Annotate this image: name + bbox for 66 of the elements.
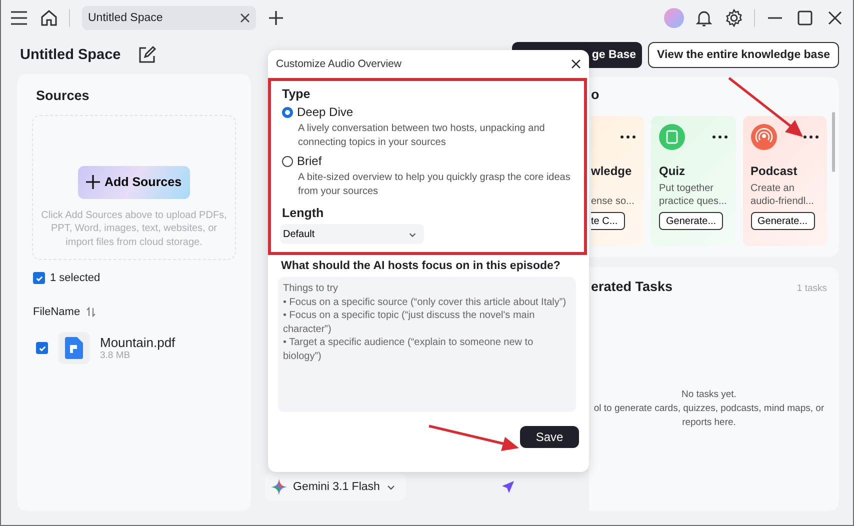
add-sources-button[interactable]: Add Sources (78, 166, 190, 198)
task-count: 1 tasks (796, 283, 827, 294)
tool-description: ense so... (591, 195, 636, 208)
generate-button[interactable]: te C... (591, 212, 625, 230)
more-icon[interactable] (620, 135, 636, 139)
checkbox[interactable] (33, 272, 45, 284)
radio-button[interactable] (282, 156, 293, 166)
option-description: A bite-sized overview to help you quickly grasp the core ideas from your sources (298, 171, 572, 198)
column-header: FileName (33, 306, 80, 318)
tool-description: Put together practice ques... (659, 182, 728, 208)
tool-card[interactable]: Quiz Put together practice ques... Generate... (651, 116, 736, 246)
section-label: What should the AI hosts focus on in this episode? (281, 260, 562, 272)
section-label: Length (282, 206, 325, 220)
close-icon[interactable] (240, 13, 250, 23)
panel-title: o (591, 87, 600, 102)
close-icon[interactable] (571, 59, 581, 69)
edit-icon[interactable] (136, 45, 157, 65)
tool-description: Create an audio-friendl... (750, 182, 815, 208)
maximize-icon[interactable] (795, 8, 815, 28)
checkbox[interactable] (36, 342, 48, 354)
empty-title: No tasks yet. (680, 388, 738, 402)
sparkle-icon (271, 479, 287, 495)
menu-icon[interactable] (9, 8, 29, 28)
plus-icon[interactable] (266, 8, 286, 28)
generate-button[interactable]: Generate... (659, 212, 724, 230)
space-title: Untitled Space (20, 47, 121, 63)
empty-hint: ol to generate cards, quizzes, podcasts, mind maps, or reports here. (592, 402, 826, 430)
scrollbar[interactable] (832, 112, 835, 172)
tool-title: Quiz (659, 164, 686, 178)
send-icon[interactable] (500, 480, 515, 494)
checkmark-icon (34, 274, 44, 282)
drop-zone[interactable]: Add Sources Click Add Sources above to upload PDFs, PPT, Word, images, text, websites, or import files from cloud storage. (32, 115, 236, 260)
tool-card[interactable]: Podcast Create an audio-friendl... Generate... (742, 116, 828, 246)
quiz-icon (659, 124, 686, 150)
selection-count: 1 selected (50, 272, 100, 284)
save-button[interactable]: Save (520, 426, 579, 448)
file-size: 3.8 MB (100, 350, 132, 361)
podcast-icon (750, 124, 777, 150)
tool-card[interactable]: wledge ense so... te C... (591, 116, 644, 246)
tool-title: wledge (591, 164, 633, 178)
panel-title: Sources (36, 88, 90, 103)
radio-option[interactable]: Deep Dive (282, 105, 354, 119)
generate-button[interactable]: Generate... (750, 212, 815, 230)
dialog-title: Customize Audio Overview (276, 58, 402, 70)
file-name: Mountain.pdf (100, 335, 176, 350)
model-selector[interactable]: Gemini 3.1 Flash (265, 473, 406, 501)
home-icon[interactable] (39, 8, 59, 28)
radio-button[interactable] (282, 106, 293, 118)
section-label: Type (282, 87, 312, 101)
radio-option[interactable]: Brief (282, 154, 322, 168)
tool-title: Podcast (750, 164, 798, 178)
panel-title: erated Tasks (591, 279, 673, 294)
option-description: A lively conversation between two hosts, unpacking and connecting topics in your sources (298, 122, 546, 149)
tab[interactable]: Untitled Space (82, 6, 256, 30)
knowledge-base-button[interactable]: View the entire knowledge base (648, 42, 839, 68)
tab-title: Untitled Space (88, 12, 163, 24)
more-icon[interactable] (803, 135, 820, 139)
settings-icon[interactable] (724, 8, 744, 28)
length-dropdown[interactable]: Default (280, 224, 424, 244)
checkmark-icon (38, 344, 46, 352)
sort-icon[interactable] (86, 307, 96, 317)
pdf-file-icon (58, 332, 90, 364)
more-icon[interactable] (712, 135, 728, 139)
plus-icon (86, 175, 100, 189)
focus-input[interactable]: Things to try • Focus on a specific source (“only cover this article about Italy”) • Focus on a specific topic (“just discuss the novel's main character”) • Target a specific audience (“explain to someone new to biology”) (278, 277, 576, 412)
upload-hint: Click Add Sources above to upload PDFs, PPT, Word, images, text, websites, or import files from cloud storage. (40, 208, 228, 249)
